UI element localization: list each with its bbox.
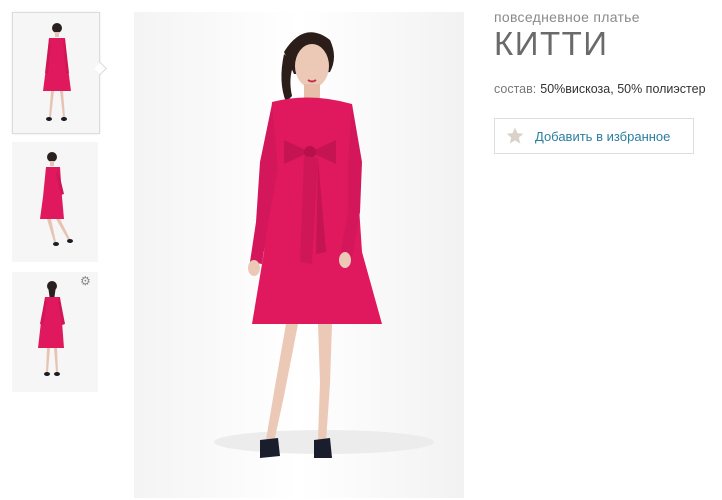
product-main-photo[interactable] <box>134 12 464 498</box>
gear-icon: ⚙ <box>80 274 91 288</box>
add-to-favorites-button[interactable]: Добавить в избранное <box>494 118 694 154</box>
thumbnail-back[interactable] <box>12 272 98 392</box>
star-icon <box>506 127 524 144</box>
favorite-button-label: Добавить в избранное <box>535 128 671 144</box>
product-composition: состав: 50%вискоза, 50% полиэстер <box>494 82 706 96</box>
thumbnail-front[interactable] <box>12 12 100 134</box>
composition-value: 50%вискоза, 50% полиэстер <box>540 82 706 96</box>
composition-label: состав: <box>494 82 537 96</box>
product-subtitle: повседневное платье <box>494 9 640 25</box>
thumbnail-gallery: ⚙ <box>0 0 110 500</box>
product-title: КИТТИ <box>494 25 609 62</box>
thumbnail-side[interactable] <box>12 142 98 262</box>
